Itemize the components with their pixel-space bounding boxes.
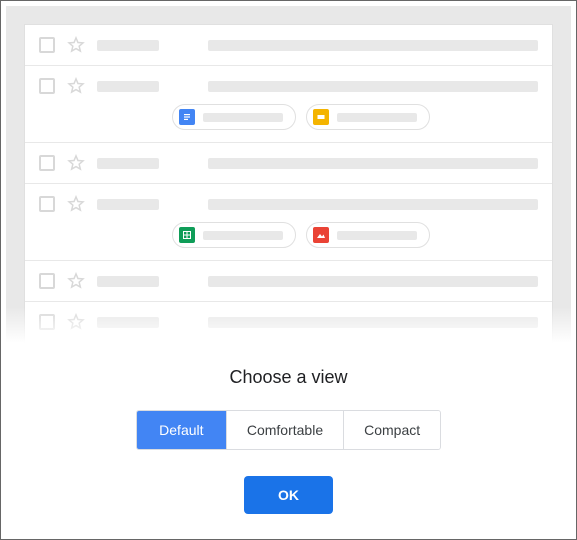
view-option-group: Default Comfortable Compact (136, 410, 441, 450)
density-preview (6, 6, 571, 343)
docs-icon (179, 109, 195, 125)
attachment-chip (306, 104, 430, 130)
sender-placeholder (97, 317, 159, 328)
checkbox-icon (39, 196, 55, 212)
preview-row (25, 261, 552, 302)
sender-placeholder (97, 158, 159, 169)
star-icon (67, 154, 85, 172)
star-icon (67, 313, 85, 331)
attachment-chip (172, 222, 296, 248)
preview-row (25, 25, 552, 66)
density-dialog: Choose a view Default Comfortable Compac… (6, 6, 571, 534)
view-option-default[interactable]: Default (137, 411, 227, 449)
subject-placeholder (208, 276, 538, 287)
star-icon (67, 272, 85, 290)
subject-placeholder (208, 40, 538, 51)
checkbox-icon (39, 273, 55, 289)
checkbox-icon (39, 78, 55, 94)
sheets-icon (179, 227, 195, 243)
preview-row (25, 143, 552, 184)
attachment-name-placeholder (337, 231, 417, 240)
checkbox-icon (39, 314, 55, 330)
slides-icon (313, 109, 329, 125)
attachment-name-placeholder (203, 231, 283, 240)
attachment-name-placeholder (337, 113, 417, 122)
subject-placeholder (208, 199, 538, 210)
image-icon (313, 227, 329, 243)
attachment-name-placeholder (203, 113, 283, 122)
star-icon (67, 195, 85, 213)
dialog-controls: Choose a view Default Comfortable Compac… (6, 343, 571, 534)
preview-row (25, 184, 552, 261)
view-option-compact[interactable]: Compact (344, 411, 440, 449)
checkbox-icon (39, 37, 55, 53)
sender-placeholder (97, 276, 159, 287)
subject-placeholder (208, 317, 538, 328)
subject-placeholder (208, 158, 538, 169)
attachment-chip (172, 104, 296, 130)
sender-placeholder (97, 199, 159, 210)
sender-placeholder (97, 40, 159, 51)
preview-list (24, 24, 553, 343)
view-option-comfortable[interactable]: Comfortable (227, 411, 344, 449)
star-icon (67, 77, 85, 95)
star-icon (67, 36, 85, 54)
subject-placeholder (208, 81, 538, 92)
checkbox-icon (39, 155, 55, 171)
preview-row (25, 302, 552, 343)
preview-row (25, 66, 552, 143)
dialog-title: Choose a view (16, 367, 561, 388)
sender-placeholder (97, 81, 159, 92)
ok-button[interactable]: OK (244, 476, 333, 514)
attachment-chip (306, 222, 430, 248)
